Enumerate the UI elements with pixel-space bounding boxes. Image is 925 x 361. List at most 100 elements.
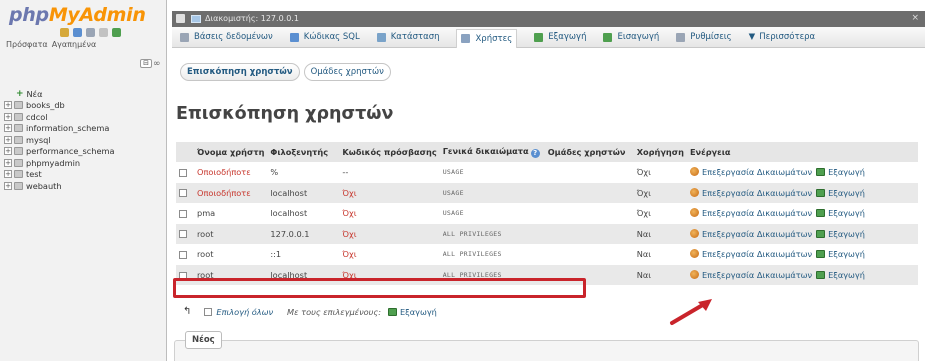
logout-icon[interactable] [73,28,82,37]
cell-grant: Ναι [633,223,687,244]
home-icon[interactable] [60,28,69,37]
export-link[interactable]: Εξαγωγή [828,208,865,218]
row-checkbox[interactable] [179,209,187,218]
server-breadcrumb-bar: Διακομιστής: 127.0.0.1 × [172,11,925,27]
export-link[interactable]: Εξαγωγή [828,229,865,239]
reload-icon[interactable] [112,28,121,37]
tab-users[interactable]: Χρήστες [456,28,518,48]
row-checkbox[interactable] [179,230,187,239]
cell-privileges: ALL PRIVILEGES [439,223,545,244]
server-tabs: Βάσεις δεδομένων Κώδικας SQL Κατάσταση Χ… [172,27,925,48]
users-subtabs: Επισκόπηση χρηστών Ομάδες χρηστών [180,63,391,81]
cell-user: pma [194,202,268,224]
tree-item-webauth[interactable]: + webauth [4,180,115,192]
status-icon [376,32,386,42]
users-icon [461,34,471,43]
tab-more[interactable]: ▼ Περισσότερα [749,32,816,42]
tree-item-books-db[interactable]: + books_db [4,100,115,112]
cell-host: localhost [267,182,340,203]
docs-icon[interactable] [86,28,95,37]
column-header-privileges: Γενικά δικαιώματα? [439,142,545,162]
row-checkbox[interactable] [179,189,187,198]
tab-sql[interactable]: Κώδικας SQL [289,32,360,42]
favorites-tab[interactable]: Αγαπημένα [52,40,97,49]
cell-action: Επεξεργασία Δικαιωμάτων Εξαγωγή [686,264,918,285]
expand-icon[interactable]: + [4,158,12,167]
expand-icon[interactable]: + [4,147,12,156]
cell-user: root [194,223,268,244]
edit-privileges-link[interactable]: Επεξεργασία Δικαιωμάτων [702,270,812,280]
recent-tab[interactable]: Πρόσφατα [6,40,48,49]
cell-user: Οποιοδήποτε [194,182,268,203]
menu-arrow-icon[interactable] [176,14,185,23]
cell-grant: Ναι [633,243,687,265]
export-link[interactable]: Εξαγωγή [828,188,865,198]
export-link[interactable]: Εξαγωγή [828,270,865,280]
cell-privileges: USAGE [439,182,545,203]
close-icon[interactable]: × [911,13,919,23]
server-icon [191,15,201,23]
cell-user: Οποιοδήποτε [194,161,268,183]
expand-icon[interactable]: + [4,101,12,110]
edit-privileges-link[interactable]: Επεξεργασία Δικαιωμάτων [702,167,812,177]
database-icon [14,101,23,110]
tree-item-cdcol[interactable]: + cdcol [4,111,115,123]
expand-icon[interactable]: + [4,170,12,179]
export-link[interactable]: Εξαγωγή [828,167,865,177]
tree-item-label: test [26,169,42,180]
tab-import[interactable]: Εισαγωγή [603,32,659,42]
expand-icon[interactable]: + [4,124,12,133]
help-icon[interactable]: ? [530,148,540,158]
collapse-all-button[interactable]: ⊟ [140,59,152,68]
cell-group [544,161,634,183]
expand-icon[interactable]: + [4,181,12,190]
subtab-user-overview[interactable]: Επισκόπηση χρηστών [180,63,300,81]
subtab-user-groups[interactable]: Ομάδες χρηστών [303,63,391,81]
row-checkbox[interactable] [179,250,187,259]
export-link[interactable]: Εξαγωγή [828,249,865,259]
edit-privileges-link[interactable]: Επεξεργασία Δικαιωμάτων [702,208,812,218]
cell-group [544,182,634,203]
edit-privileges-link[interactable]: Επεξεργασία Δικαιωμάτων [702,188,812,198]
select-all-checkbox[interactable] [204,307,213,316]
server-breadcrumb[interactable]: Διακομιστής: 127.0.0.1 [205,14,299,23]
database-icon [14,112,23,121]
export-icon [816,271,826,279]
link-icon[interactable]: ∞ [153,59,161,69]
edit-privileges-link[interactable]: Επεξεργασία Δικαιωμάτων [702,229,812,239]
cell-group [544,202,634,224]
expand-icon[interactable]: + [4,112,12,121]
cell-grant: Ναι [633,264,687,285]
tree-item-new[interactable]: + Νέα [4,88,115,100]
cell-group [544,223,634,244]
tab-settings[interactable]: Ρυθμίσεις [676,32,732,42]
tree-item-test[interactable]: + test [4,169,115,181]
cell-password: Όχι [339,243,440,265]
column-header-user-groups: Ομάδες χρηστών [544,142,634,162]
database-tree: + Νέα + books_db + cdcol + information_s… [4,88,115,192]
navigation-panel: phpMyAdmin Πρόσφατα Αγαπημένα ⊟ ∞ + Νέα … [0,0,167,361]
phpmyadmin-logo[interactable]: phpMyAdmin [9,4,146,26]
select-all-label[interactable]: Επιλογή όλων [216,307,273,317]
table-row: Οποιοδήποτε % -- USAGE Όχι Επεξεργασία Δ… [176,161,918,183]
database-icon [14,170,23,179]
row-checkbox[interactable] [179,168,187,177]
export-icon [816,250,826,259]
new-user-fieldset [174,340,919,361]
tree-item-information-schema[interactable]: + information_schema [4,123,115,135]
tab-label: Περισσότερα [759,32,816,42]
tab-export[interactable]: Εξαγωγή [534,32,586,42]
annotation-arrow-icon [670,299,712,325]
tree-item-phpmyadmin[interactable]: + phpmyadmin [4,157,115,169]
tab-status[interactable]: Κατάσταση [376,32,439,42]
tree-item-performance-schema[interactable]: + performance_schema [4,146,115,158]
bulk-export-link[interactable]: Εξαγωγή [400,307,437,317]
nav-icon-row [60,28,121,37]
expand-icon[interactable]: + [4,135,12,144]
cell-action: Επεξεργασία Δικαιωμάτων Εξαγωγή [686,161,918,183]
tab-databases[interactable]: Βάσεις δεδομένων [180,32,273,42]
edit-privileges-link[interactable]: Επεξεργασία Δικαιωμάτων [702,249,812,259]
sql-icon [289,32,299,42]
tree-item-mysql[interactable]: + mysql [4,134,115,146]
help-icon[interactable] [99,28,108,37]
